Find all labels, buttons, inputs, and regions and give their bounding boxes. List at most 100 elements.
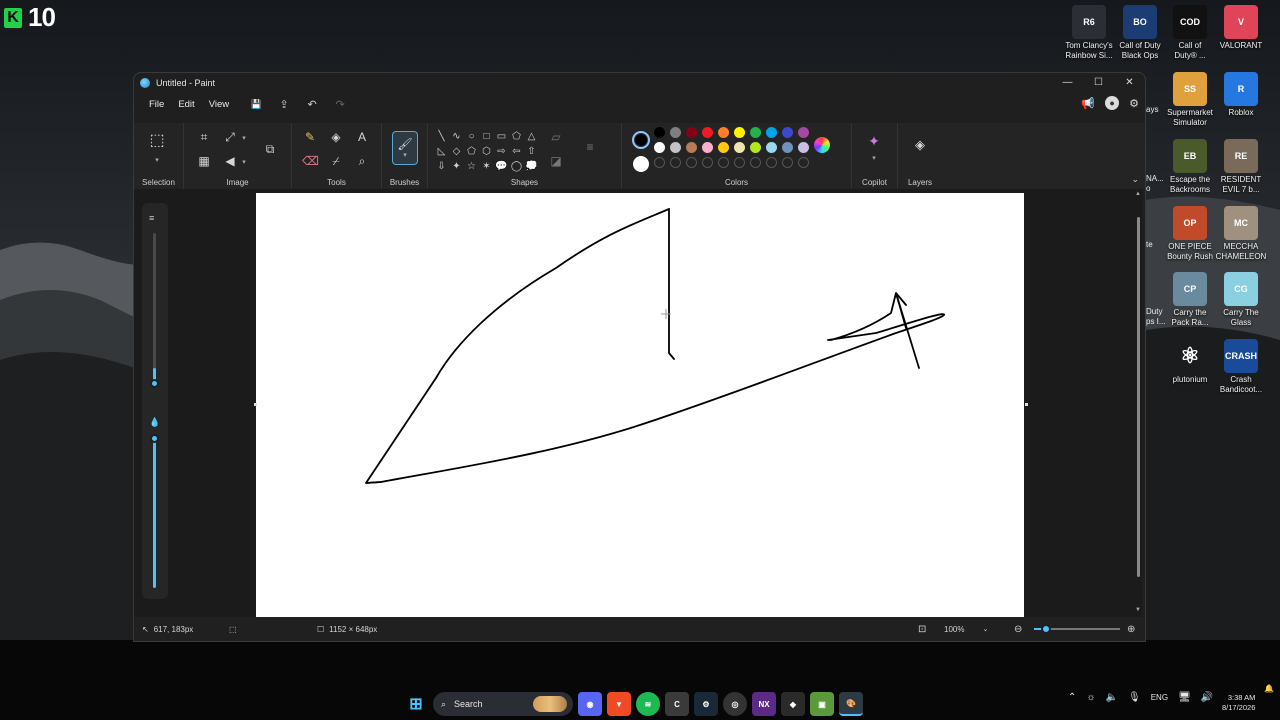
- shape-option[interactable]: △: [524, 129, 539, 144]
- layers-icon[interactable]: ◈: [912, 137, 928, 153]
- brightness-icon[interactable]: ☼: [1086, 692, 1095, 703]
- select-rectangle-icon[interactable]: ⬚: [149, 133, 165, 149]
- desktop-icon[interactable]: CG Carry The Glass: [1215, 272, 1267, 328]
- chevron-down-icon[interactable]: ▾: [870, 151, 878, 167]
- shape-option[interactable]: ▭: [494, 129, 509, 144]
- search-box[interactable]: ⌕ Search: [433, 692, 573, 716]
- desktop-icon[interactable]: CP Carry the Pack Ra...: [1164, 272, 1216, 328]
- next-app-icon[interactable]: NX: [752, 692, 776, 716]
- desktop-icon[interactable]: EB Escape the Backrooms: [1164, 139, 1216, 195]
- chevron-down-icon[interactable]: ⌄: [1131, 174, 1139, 185]
- undo-icon[interactable]: ↶: [304, 98, 320, 111]
- color-swatch[interactable]: [670, 142, 681, 153]
- epic-games-icon[interactable]: ◆: [781, 692, 805, 716]
- notification-bell-icon[interactable]: 🔔: [1264, 684, 1274, 693]
- paint-taskbar-icon[interactable]: 🎨: [839, 692, 863, 716]
- custom-color-slot[interactable]: [670, 157, 681, 168]
- color-swatch[interactable]: [702, 142, 713, 153]
- minimize-button[interactable]: —: [1052, 73, 1083, 91]
- shape-option[interactable]: ⬠: [464, 144, 479, 159]
- opacity-slider-thumb[interactable]: [150, 434, 159, 443]
- spotify-icon[interactable]: ≋: [636, 692, 660, 716]
- menu-file[interactable]: File: [142, 99, 171, 110]
- color-swatch[interactable]: [734, 142, 745, 153]
- text-icon[interactable]: A: [354, 129, 370, 145]
- zoom-in-icon[interactable]: ⊕: [1127, 624, 1135, 635]
- shape-option[interactable]: □: [479, 129, 494, 144]
- desktop-icon[interactable]: V VALORANT: [1215, 5, 1267, 51]
- desktop-icon[interactable]: OP ONE PIECE Bounty Rush: [1164, 206, 1216, 262]
- color-swatch[interactable]: [734, 127, 745, 138]
- redo-icon[interactable]: ↷: [332, 98, 348, 111]
- crop-icon[interactable]: ⌗: [196, 129, 212, 145]
- fit-to-window-icon[interactable]: ⊡: [918, 624, 926, 635]
- shape-option[interactable]: ⇩: [434, 159, 449, 174]
- color-swatch[interactable]: [686, 142, 697, 153]
- shape-option[interactable]: ◯: [509, 159, 524, 174]
- color-swatch[interactable]: [686, 127, 697, 138]
- account-avatar[interactable]: ●: [1105, 96, 1120, 110]
- shape-option[interactable]: ╲: [434, 129, 449, 144]
- microphone-icon[interactable]: 🎙: [1128, 692, 1141, 703]
- volume-icon[interactable]: 🔊: [1201, 692, 1213, 703]
- desktop-icon[interactable]: R6 Tom Clancy's Rainbow Si...: [1063, 5, 1115, 61]
- opacity-slider-fill[interactable]: [153, 438, 156, 588]
- custom-color-slot[interactable]: [766, 157, 777, 168]
- custom-color-slot[interactable]: [702, 157, 713, 168]
- color-swatch[interactable]: [766, 127, 777, 138]
- shape-option[interactable]: ○: [464, 129, 479, 144]
- shape-option[interactable]: ⬡: [479, 144, 494, 159]
- color-swatch[interactable]: [766, 142, 777, 153]
- save-icon[interactable]: 💾: [248, 99, 264, 110]
- desktop-icon[interactable]: ⚛ plutonium: [1164, 339, 1216, 385]
- start-windows-icon[interactable]: ⊞: [404, 692, 428, 716]
- settings-gear-icon[interactable]: ⚙: [1129, 97, 1139, 110]
- image-creator-icon[interactable]: ⧉: [262, 141, 278, 157]
- remove-background-icon[interactable]: ▦: [196, 153, 212, 169]
- color-picker-icon[interactable]: ⌿: [328, 153, 344, 169]
- desktop-icon[interactable]: BO Call of Duty Black Ops: [1114, 5, 1166, 61]
- minecraft-icon[interactable]: ▣: [810, 692, 834, 716]
- stroke-size-icon[interactable]: ≡: [582, 139, 598, 155]
- desktop-icon[interactable]: COD Call of Duty® ...: [1164, 5, 1216, 61]
- primary-color-swatch[interactable]: [632, 131, 650, 149]
- rotate-icon[interactable]: ◀: [222, 153, 238, 169]
- share-icon[interactable]: ⇪: [276, 98, 292, 111]
- chevron-down-icon[interactable]: ▾: [240, 155, 248, 171]
- brave-browser-icon[interactable]: ▼: [607, 692, 631, 716]
- zoom-out-icon[interactable]: ⊖: [1014, 624, 1022, 635]
- desktop-icon[interactable]: MC MECCHA CHAMELEON: [1215, 206, 1267, 262]
- maximize-button[interactable]: ☐: [1083, 73, 1114, 91]
- shape-option[interactable]: ⇨: [494, 144, 509, 159]
- desktop-icon[interactable]: R Roblox: [1215, 72, 1267, 118]
- discord-icon[interactable]: ◉: [578, 692, 602, 716]
- color-swatch[interactable]: [718, 142, 729, 153]
- zoom-dropdown[interactable]: 100% ⌄: [944, 625, 988, 634]
- shape-option[interactable]: ◺: [434, 144, 449, 159]
- color-swatch[interactable]: [782, 142, 793, 153]
- megaphone-icon[interactable]: 📢: [1081, 97, 1095, 110]
- color-swatch[interactable]: [654, 142, 665, 153]
- fill-icon[interactable]: ◪: [548, 153, 564, 169]
- chevron-down-icon[interactable]: ▾: [153, 153, 161, 169]
- color-swatch[interactable]: [654, 127, 665, 138]
- shape-option[interactable]: ⇧: [524, 144, 539, 159]
- steam-icon[interactable]: ⚙: [694, 692, 718, 716]
- shape-option[interactable]: ✶: [479, 159, 494, 174]
- custom-color-slot[interactable]: [798, 157, 809, 168]
- shape-option[interactable]: ◇: [449, 144, 464, 159]
- cod-app-icon[interactable]: C: [665, 692, 689, 716]
- fill-bucket-icon[interactable]: ◈: [328, 129, 344, 145]
- canvas-resize-handle[interactable]: [1025, 403, 1028, 406]
- secondary-color-swatch[interactable]: [633, 156, 649, 172]
- color-swatch[interactable]: [702, 127, 713, 138]
- custom-color-slot[interactable]: [654, 157, 665, 168]
- scroll-up-arrow[interactable]: ▲: [1134, 191, 1142, 197]
- zoom-slider-thumb[interactable]: [1041, 624, 1051, 634]
- custom-color-slot[interactable]: [734, 157, 745, 168]
- size-slider-thumb[interactable]: [150, 379, 159, 388]
- canvas-resize-handle[interactable]: [254, 403, 257, 406]
- shape-option[interactable]: ∿: [449, 129, 464, 144]
- chevron-down-icon[interactable]: ▾: [240, 131, 248, 147]
- shape-option[interactable]: ⬠: [509, 129, 524, 144]
